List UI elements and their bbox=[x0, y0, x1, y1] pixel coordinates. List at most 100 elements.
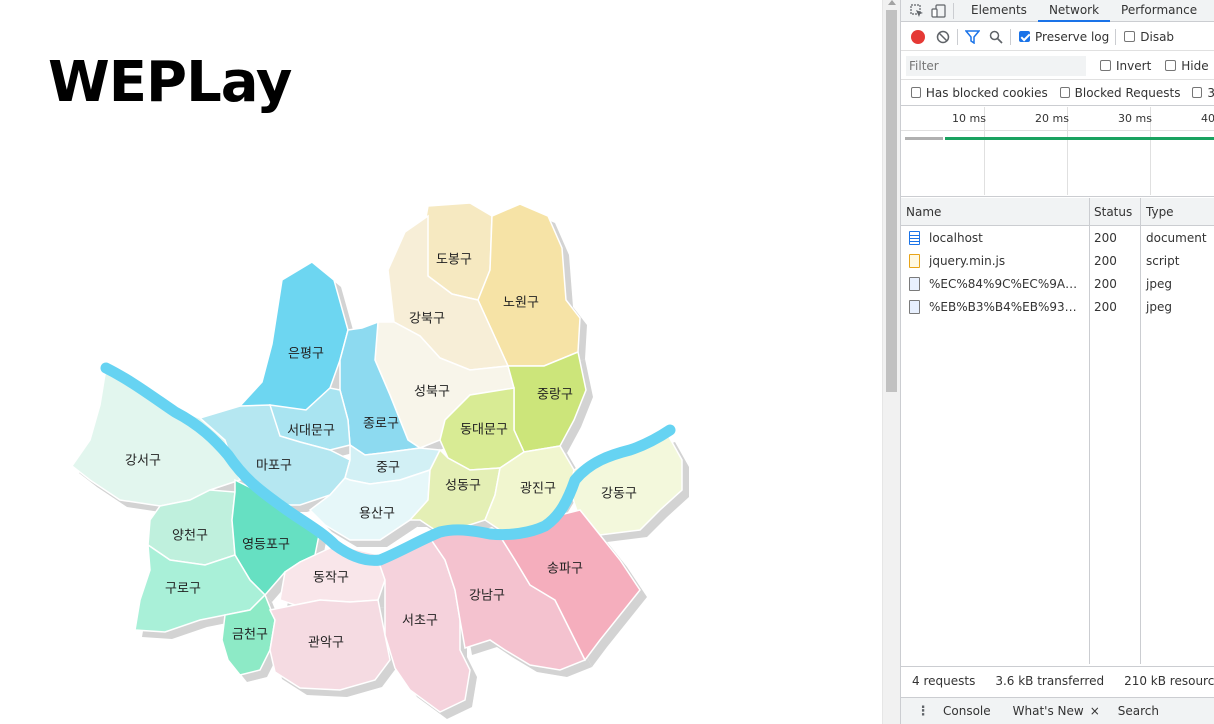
district-label[interactable]: 중랑구 bbox=[537, 388, 573, 403]
resources-size: 210 kB resources bbox=[1124, 673, 1214, 688]
webpage-viewport: WEPLay 도봉구 노원구 강북구 은평구 성북구 중랑구 종로구 서대문구 동대문구 강서구 마… bbox=[0, 0, 882, 724]
document-icon bbox=[909, 231, 920, 245]
district-label[interactable]: 구로구 bbox=[165, 582, 201, 597]
tab-performance[interactable]: Performance bbox=[1110, 0, 1208, 22]
district-label[interactable]: 양천구 bbox=[172, 529, 208, 544]
table-header: Name Status Type bbox=[901, 198, 1214, 226]
preserve-log-checkbox[interactable] bbox=[1019, 31, 1030, 42]
blocked-cookies-label: Has blocked cookies bbox=[925, 85, 1048, 100]
page-scrollbar[interactable] bbox=[882, 0, 900, 724]
timeline-waiting-bar bbox=[905, 137, 943, 140]
district-label[interactable]: 강북구 bbox=[409, 312, 445, 327]
preserve-log-label: Preserve log bbox=[1035, 29, 1110, 44]
devtools-panel: Elements Network Performance Preserve lo… bbox=[900, 0, 1214, 724]
request-name: %EB%B3%B4%EB%93%9... bbox=[929, 300, 1087, 314]
close-icon[interactable]: × bbox=[1090, 704, 1100, 718]
toolbar-divider bbox=[957, 28, 958, 45]
page-scroll-thumb[interactable] bbox=[886, 10, 897, 392]
devtools-tabbar: Elements Network Performance bbox=[901, 0, 1214, 22]
district-label[interactable]: 송파구 bbox=[547, 562, 583, 577]
transferred-size: 3.6 kB transferred bbox=[995, 673, 1105, 688]
scroll-up-arrow-icon[interactable] bbox=[888, 0, 896, 5]
request-name: localhost bbox=[929, 231, 983, 245]
request-status: 200 bbox=[1094, 300, 1117, 314]
table-row[interactable]: localhost 200 document bbox=[901, 227, 1214, 250]
district-label[interactable]: 성동구 bbox=[445, 479, 481, 494]
district-label[interactable]: 광진구 bbox=[520, 482, 556, 497]
filter-row: Invert Hide bbox=[901, 52, 1214, 80]
toolbar-divider bbox=[1115, 28, 1117, 45]
table-row[interactable]: %EC%84%9C%EC%9A%... 200 jpeg bbox=[901, 273, 1214, 296]
third-party-checkbox[interactable] bbox=[1192, 87, 1203, 98]
disable-cache-label: Disab bbox=[1140, 29, 1175, 44]
record-icon[interactable] bbox=[911, 29, 925, 44]
drawer-tab-search[interactable]: Search bbox=[1118, 704, 1159, 718]
district-label[interactable]: 서초구 bbox=[402, 614, 438, 629]
tab-network[interactable]: Network bbox=[1037, 0, 1111, 22]
timeline-tick-label: 20 ms bbox=[1035, 112, 1069, 125]
network-toolbar: Preserve log Disab bbox=[901, 23, 1214, 51]
devtools-drawer-tabbar: ⋮ Console What's New × Search bbox=[901, 697, 1214, 724]
blocked-cookies-checkbox[interactable] bbox=[911, 87, 921, 98]
district-label[interactable]: 노원구 bbox=[503, 296, 539, 311]
tab-divider bbox=[953, 2, 954, 19]
request-name: jquery.min.js bbox=[929, 254, 1006, 268]
blocked-requests-label: Blocked Requests bbox=[1074, 85, 1181, 100]
district-label[interactable]: 중구 bbox=[376, 461, 400, 476]
district-label[interactable]: 서대문구 bbox=[287, 424, 335, 439]
disable-cache-checkbox[interactable] bbox=[1124, 31, 1136, 42]
inspect-element-icon[interactable] bbox=[909, 3, 925, 19]
request-type: jpeg bbox=[1146, 300, 1172, 314]
filter-row-2: Has blocked cookies Blocked Requests 3 bbox=[901, 80, 1214, 106]
drawer-tab-console[interactable]: Console bbox=[943, 704, 991, 718]
request-type: jpeg bbox=[1146, 277, 1172, 291]
tab-elements[interactable]: Elements bbox=[960, 0, 1038, 22]
timeline-tick-label: 10 ms bbox=[952, 112, 986, 125]
district-label[interactable]: 강동구 bbox=[601, 487, 637, 502]
district-label[interactable]: 성북구 bbox=[414, 385, 450, 400]
district-label[interactable]: 강남구 bbox=[469, 589, 505, 604]
invert-label: Invert bbox=[1116, 58, 1152, 73]
search-icon[interactable] bbox=[988, 29, 1004, 45]
table-row[interactable]: jquery.min.js 200 script bbox=[901, 250, 1214, 273]
network-status-bar: 4 requests 3.6 kB transferred 210 kB res… bbox=[901, 666, 1214, 694]
device-toolbar-icon[interactable] bbox=[931, 3, 947, 19]
district-label[interactable]: 금천구 bbox=[232, 628, 268, 643]
third-party-label: 3 bbox=[1207, 86, 1214, 100]
district-label[interactable]: 강서구 bbox=[125, 454, 161, 469]
image-icon bbox=[909, 300, 920, 314]
invert-checkbox[interactable] bbox=[1100, 60, 1111, 71]
district-label[interactable]: 동대문구 bbox=[460, 423, 508, 438]
filter-icon[interactable] bbox=[964, 29, 980, 45]
request-count: 4 requests bbox=[912, 673, 976, 688]
column-header-name[interactable]: Name bbox=[906, 205, 941, 219]
toolbar-divider bbox=[1010, 28, 1011, 45]
column-header-type[interactable]: Type bbox=[1146, 205, 1174, 219]
clear-icon[interactable] bbox=[935, 29, 951, 45]
request-type: script bbox=[1146, 254, 1180, 268]
blocked-requests-checkbox[interactable] bbox=[1059, 87, 1070, 98]
network-timeline-overview[interactable]: 10 ms 20 ms 30 ms 40 bbox=[901, 107, 1214, 197]
more-options-icon[interactable]: ⋮ bbox=[915, 703, 931, 719]
district-label[interactable]: 은평구 bbox=[288, 347, 324, 362]
district-label[interactable]: 마포구 bbox=[256, 459, 292, 474]
seoul-district-map: 도봉구노원구강북구은평구성북구 중랑구종로구 서대문구 동대문구강서구 마포구 중구용산구… bbox=[70, 202, 689, 719]
table-row[interactable]: %EB%B3%B4%EB%93%9... 200 jpeg bbox=[901, 296, 1214, 319]
district-label[interactable]: 종로구 bbox=[363, 417, 399, 432]
district-label[interactable]: 영등포구 bbox=[242, 538, 290, 553]
timeline-download-bar bbox=[945, 137, 1214, 140]
filter-input[interactable] bbox=[906, 55, 1086, 76]
network-request-table: Name Status Type localhost 200 document … bbox=[901, 198, 1214, 664]
district-label[interactable]: 용산구 bbox=[359, 507, 395, 522]
drawer-tab-whats-new[interactable]: What's New bbox=[1013, 704, 1084, 718]
district-label[interactable]: 관악구 bbox=[308, 636, 344, 651]
hide-data-urls-checkbox[interactable] bbox=[1165, 60, 1177, 71]
district-label[interactable]: 도봉구 bbox=[436, 253, 472, 268]
request-status: 200 bbox=[1094, 277, 1117, 291]
timeline-tick-label: 40 bbox=[1201, 112, 1214, 125]
request-status: 200 bbox=[1094, 231, 1117, 245]
timeline-tick-label: 30 ms bbox=[1118, 112, 1152, 125]
column-header-status[interactable]: Status bbox=[1094, 205, 1132, 219]
district-label[interactable]: 동작구 bbox=[313, 571, 349, 586]
request-type: document bbox=[1146, 231, 1207, 245]
